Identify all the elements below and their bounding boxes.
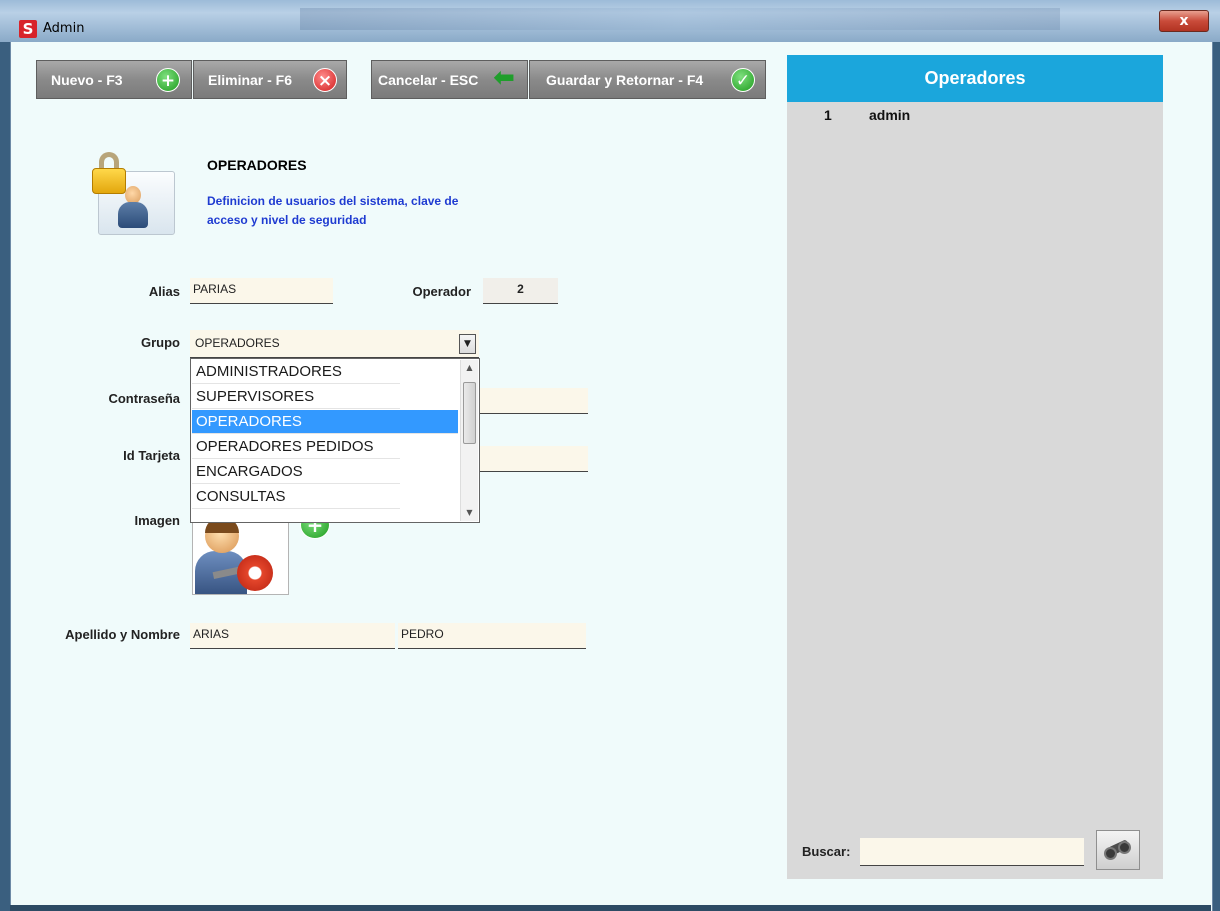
group-select-value: OPERADORES	[195, 336, 280, 350]
app-logo-icon: S	[19, 20, 37, 38]
close-button[interactable]: x	[1159, 10, 1209, 32]
password-label: Contraseña	[108, 391, 180, 406]
group-option[interactable]: CONSULTAS	[192, 485, 400, 509]
title-bar	[0, 0, 1220, 42]
group-select[interactable]: OPERADORES ▼	[190, 330, 479, 358]
list-item[interactable]: 1 admin	[787, 105, 1163, 125]
page-description: Definicion de usuarios del sistema, clav…	[207, 194, 459, 227]
name-label: Apellido y Nombre	[65, 627, 180, 642]
group-option-selected[interactable]: OPERADORES	[192, 410, 458, 434]
group-option[interactable]: OPERADORES PEDIDOS	[192, 435, 400, 459]
operators-panel-title: Operadores	[787, 55, 1163, 102]
chevron-down-icon[interactable]: ▼	[459, 334, 476, 354]
new-button-label: Nuevo - F3	[51, 71, 123, 88]
password-field[interactable]	[478, 388, 588, 414]
x-circle-icon: ×	[313, 68, 337, 92]
group-option[interactable]: ADMINISTRADORES	[192, 360, 400, 384]
check-circle-icon: ✓	[731, 68, 755, 92]
window-bottom-border	[10, 905, 1211, 911]
card-id-field[interactable]	[478, 446, 588, 472]
plus-circle-icon: +	[156, 68, 180, 92]
back-arrow-icon: ⬅	[493, 63, 515, 93]
delete-button[interactable]: Eliminar - F6 ×	[193, 60, 347, 99]
save-return-button-label: Guardar y Retornar - F4	[546, 71, 704, 88]
dropdown-scrollbar[interactable]: ▲ ▼	[460, 360, 478, 521]
cancel-button[interactable]: Cancelar - ESC ⬅	[371, 60, 528, 99]
operator-row-id: 1	[824, 107, 832, 123]
operator-row-name: admin	[869, 107, 911, 123]
first-name-field[interactable]: PEDRO	[398, 623, 586, 649]
alias-field[interactable]: PARIAS	[190, 278, 333, 304]
image-label: Imagen	[134, 513, 180, 528]
group-option[interactable]: ENCARGADOS	[192, 460, 400, 484]
group-label: Grupo	[141, 335, 180, 350]
operator-label: Operador	[412, 284, 471, 299]
scrollbar-thumb[interactable]	[463, 382, 476, 444]
new-button[interactable]: Nuevo - F3 +	[36, 60, 192, 99]
group-option[interactable]: SUPERVISORES	[192, 385, 400, 409]
search-input[interactable]	[860, 838, 1084, 866]
alias-label: Alias	[148, 284, 180, 299]
cancel-button-label: Cancelar - ESC	[378, 71, 479, 88]
search-label: Buscar:	[802, 844, 851, 859]
card-id-label: Id Tarjeta	[123, 448, 180, 463]
operator-id-field: 2	[483, 278, 558, 304]
window-title: Admin	[43, 21, 85, 36]
delete-button-label: Eliminar - F6	[208, 71, 293, 88]
operators-panel	[787, 55, 1163, 879]
title-bar-background	[300, 8, 1060, 30]
page-title: OPERADORES	[207, 157, 307, 173]
group-dropdown-list[interactable]: ADMINISTRADORES SUPERVISORES OPERADORES …	[190, 358, 480, 523]
last-name-field[interactable]: ARIAS	[190, 623, 395, 649]
key-icon	[237, 555, 273, 591]
user-icon	[118, 186, 148, 230]
save-return-button[interactable]: Guardar y Retornar - F4 ✓	[529, 60, 766, 99]
scroll-down-icon[interactable]: ▼	[461, 505, 478, 521]
scroll-up-icon[interactable]: ▲	[461, 360, 478, 376]
search-button[interactable]	[1096, 830, 1140, 870]
